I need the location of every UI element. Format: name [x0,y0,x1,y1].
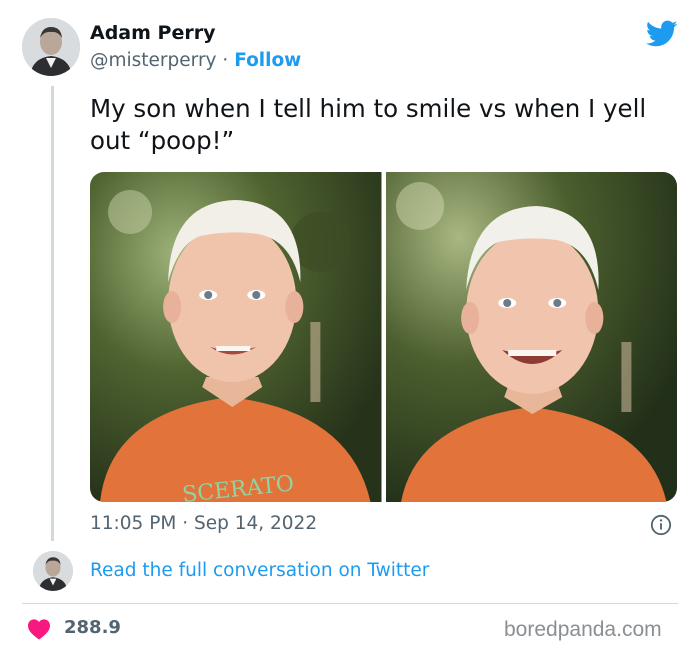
handle-row: @misterperry · Follow [90,50,301,71]
likes-count: 288.9 [64,617,121,638]
photo-smile[interactable]: SCERATO [90,172,382,502]
author-avatar[interactable] [22,18,80,76]
divider [22,603,678,604]
source-watermark: boredpanda.com [504,618,662,641]
author-name[interactable]: Adam Perry [90,22,215,44]
tweet-text: My son when I tell him to smile vs when … [90,94,647,155]
reply-avatar[interactable] [33,551,73,591]
author-handle[interactable]: @misterperry [90,50,217,71]
tweet-timestamp[interactable]: 11:05 PM · Sep 14, 2022 [90,513,317,534]
thread-line [51,86,54,541]
heart-icon[interactable] [27,618,51,640]
handle-separator: · [222,50,229,71]
follow-button[interactable]: Follow [234,50,301,71]
tweet-media[interactable]: SCERATO [90,172,677,502]
read-conversation-link[interactable]: Read the full conversation on Twitter [90,560,429,581]
info-icon[interactable] [650,514,672,536]
photo-laugh[interactable] [385,172,677,502]
twitter-bird-icon[interactable] [646,20,678,48]
